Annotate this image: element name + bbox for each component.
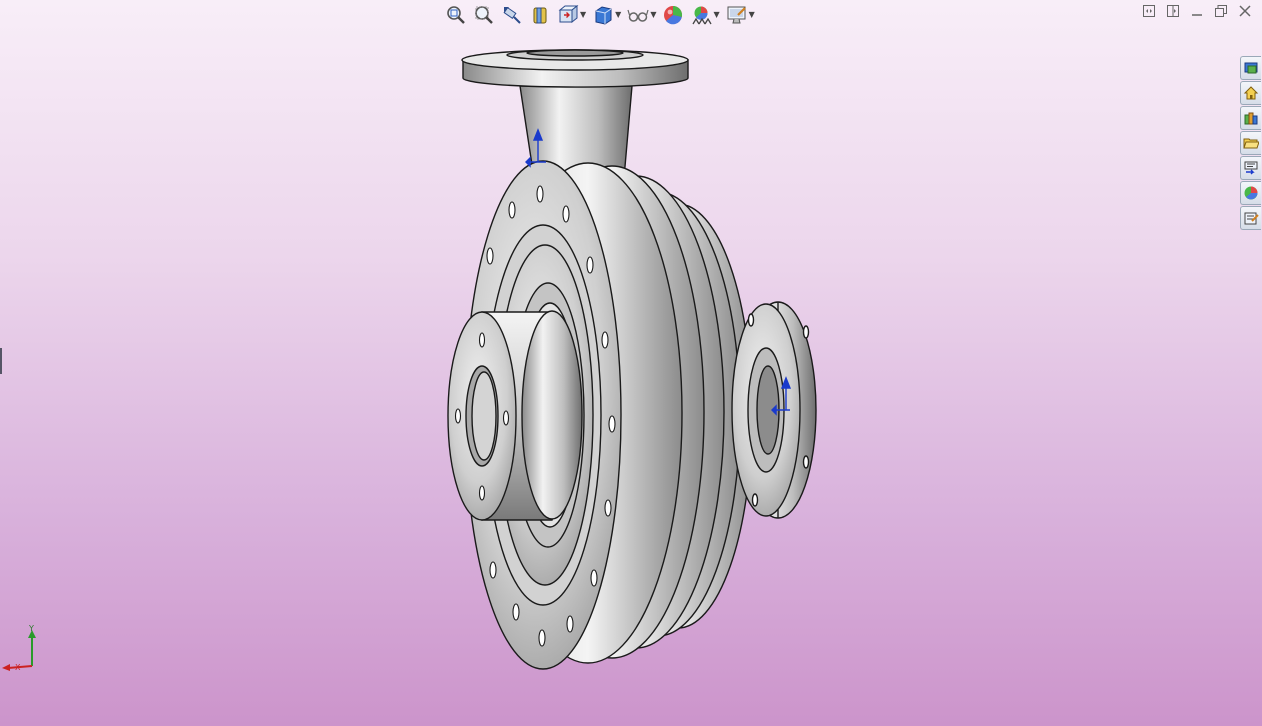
pump-casing-model[interactable] (447, 49, 817, 670)
reference-triad: Y X (2, 624, 36, 672)
triad-y-label: Y (28, 624, 34, 633)
graphics-area[interactable] (0, 0, 1262, 726)
triad-x-label: X (15, 663, 21, 672)
